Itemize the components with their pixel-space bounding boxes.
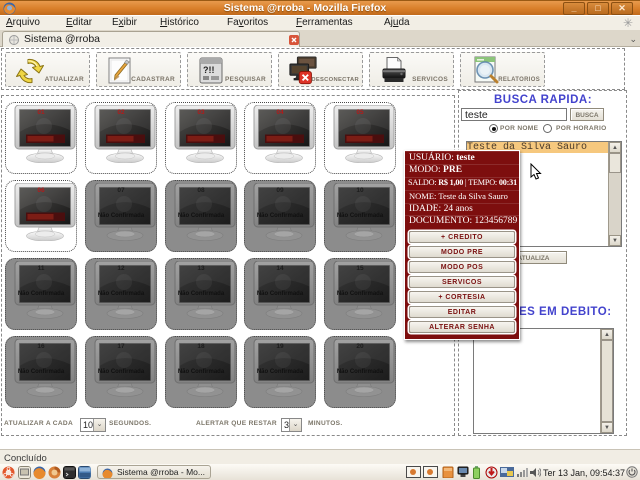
- svg-text:?!!: ?!!: [203, 65, 215, 75]
